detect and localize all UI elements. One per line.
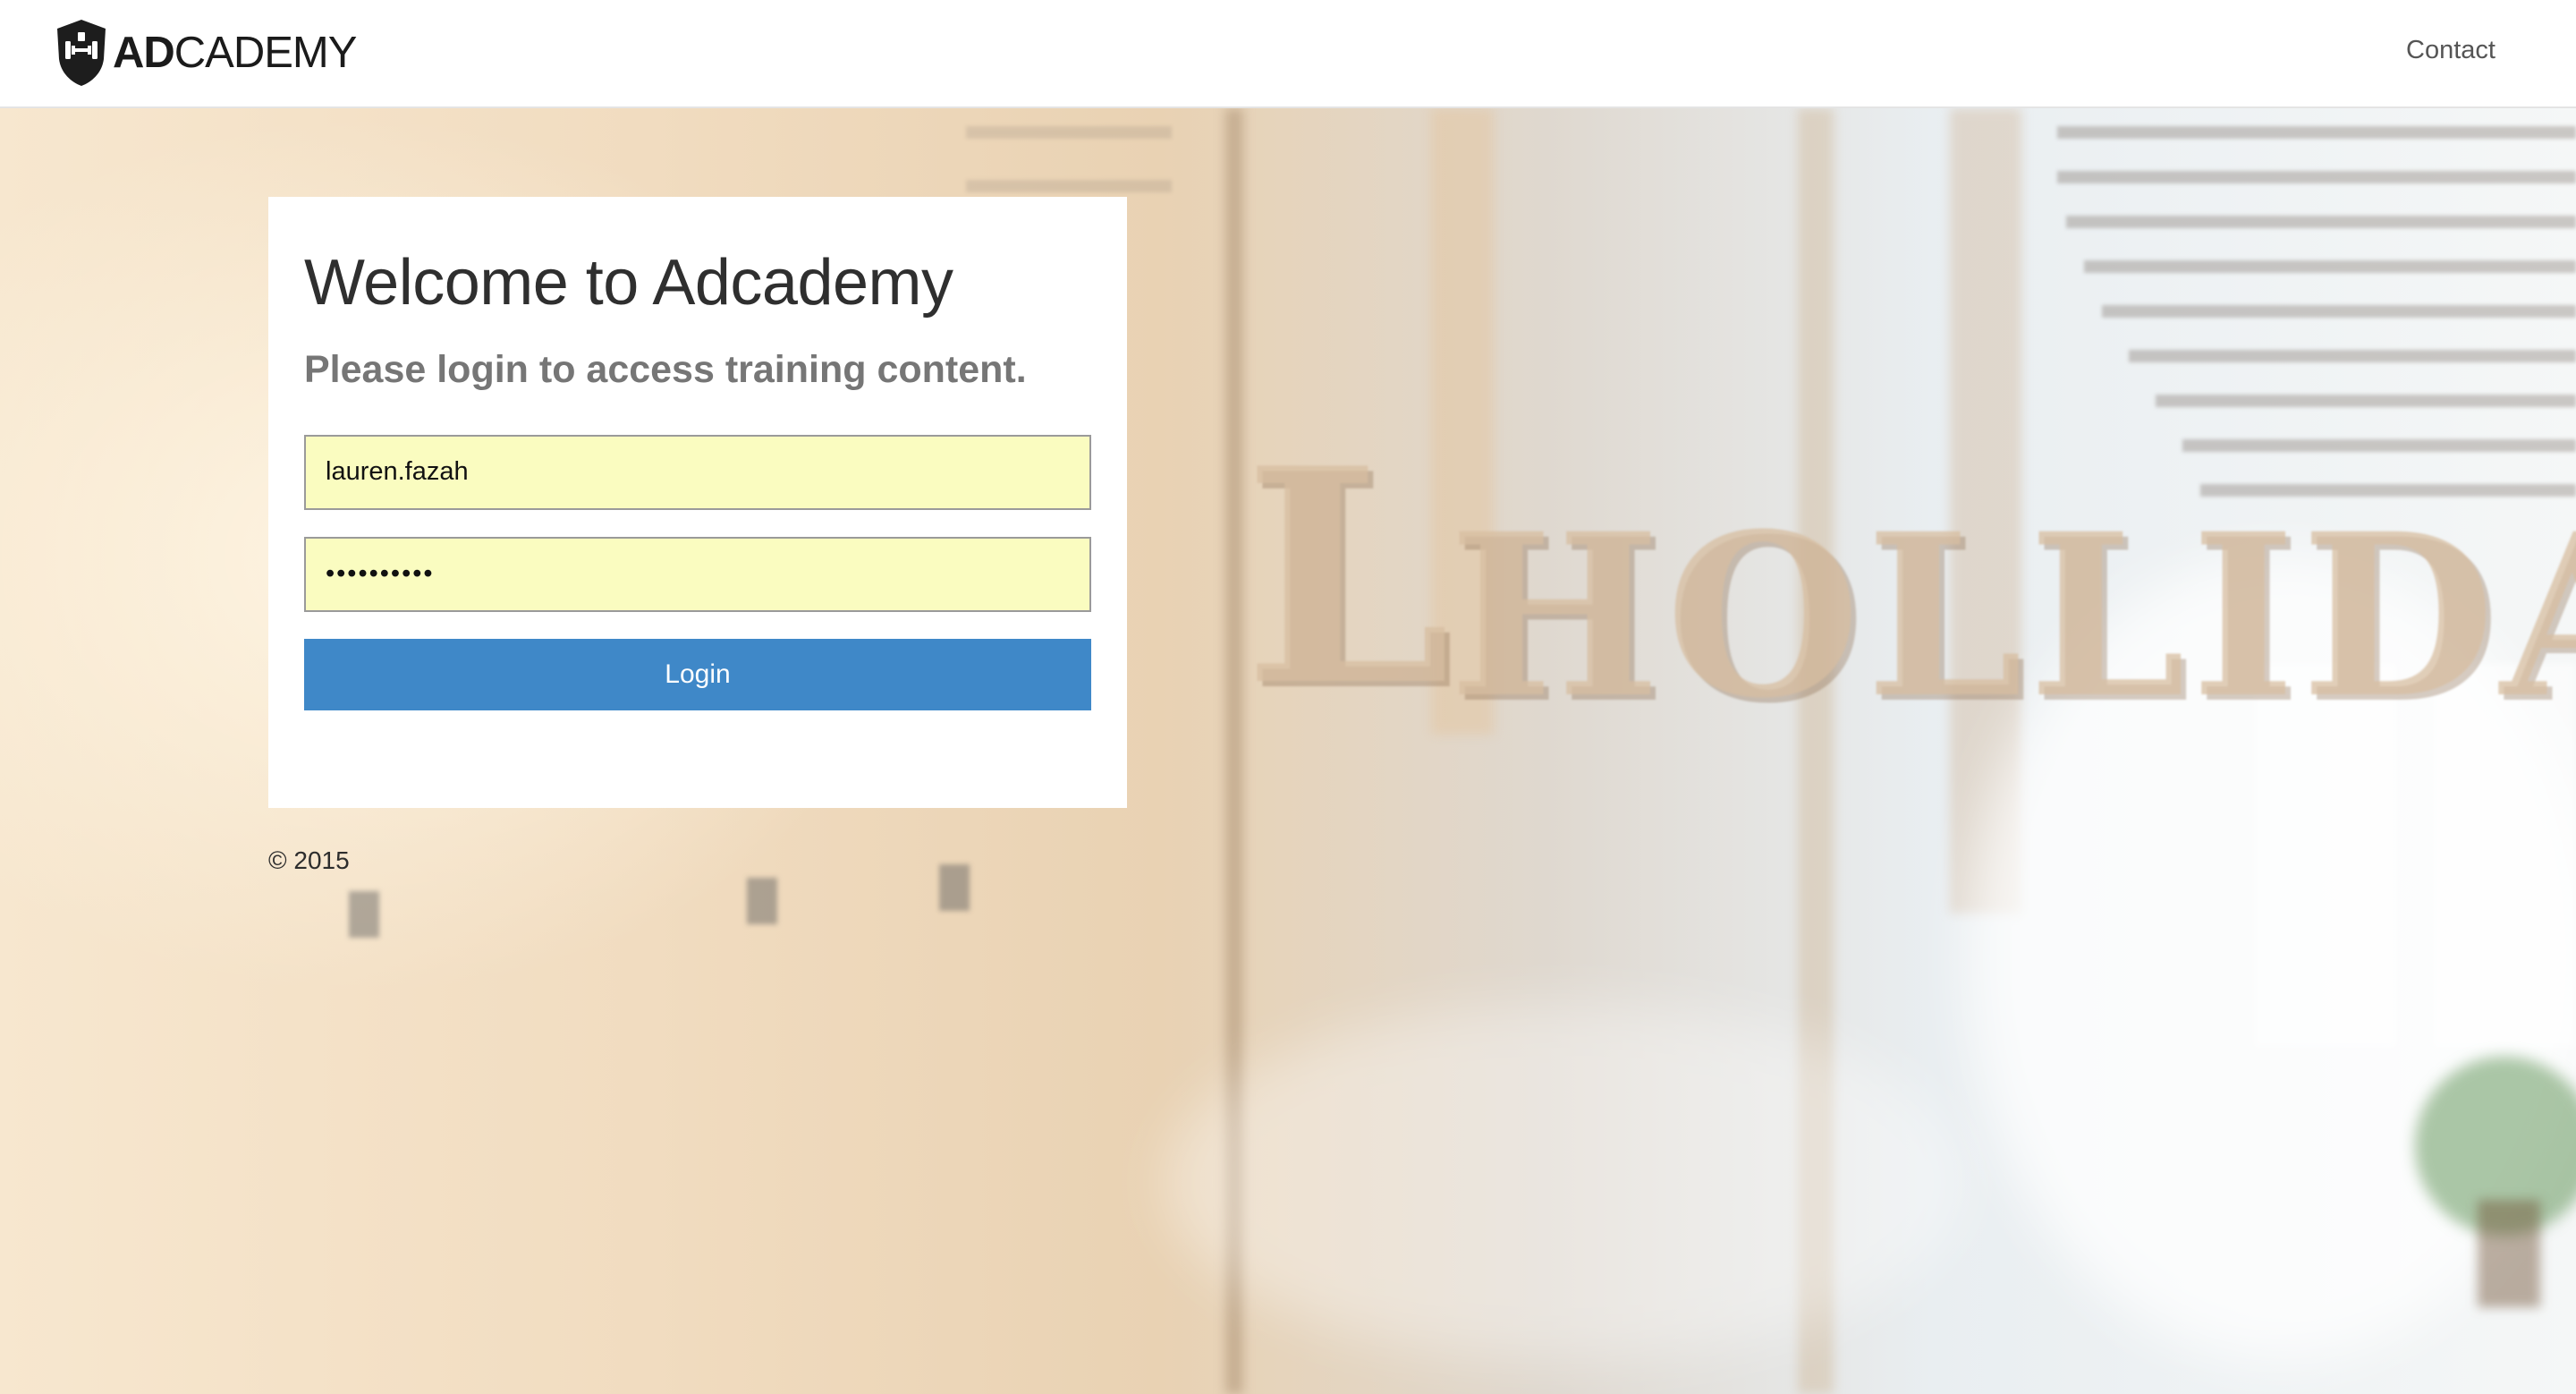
- username-input[interactable]: [304, 434, 1091, 510]
- copyright-text: © 2015: [268, 846, 350, 874]
- brand-name: ADCADEMY: [113, 28, 358, 77]
- login-subtitle: Please login to access training content.: [304, 348, 1027, 391]
- top-navbar: ADCADEMY Contact: [0, 0, 2576, 108]
- login-button[interactable]: Login: [304, 638, 1091, 710]
- brand-logo[interactable]: ADCADEMY: [54, 16, 358, 89]
- password-input[interactable]: [304, 536, 1091, 612]
- contact-link[interactable]: Contact: [2406, 36, 2496, 65]
- login-card: Welcome to Adcademy Please login to acce…: [268, 197, 1127, 808]
- page-title: Welcome to Adcademy: [304, 247, 953, 319]
- brand-name-bold: AD: [113, 28, 175, 77]
- shield-dumbbell-icon: [57, 20, 106, 86]
- brand-name-light: CADEMY: [174, 28, 358, 77]
